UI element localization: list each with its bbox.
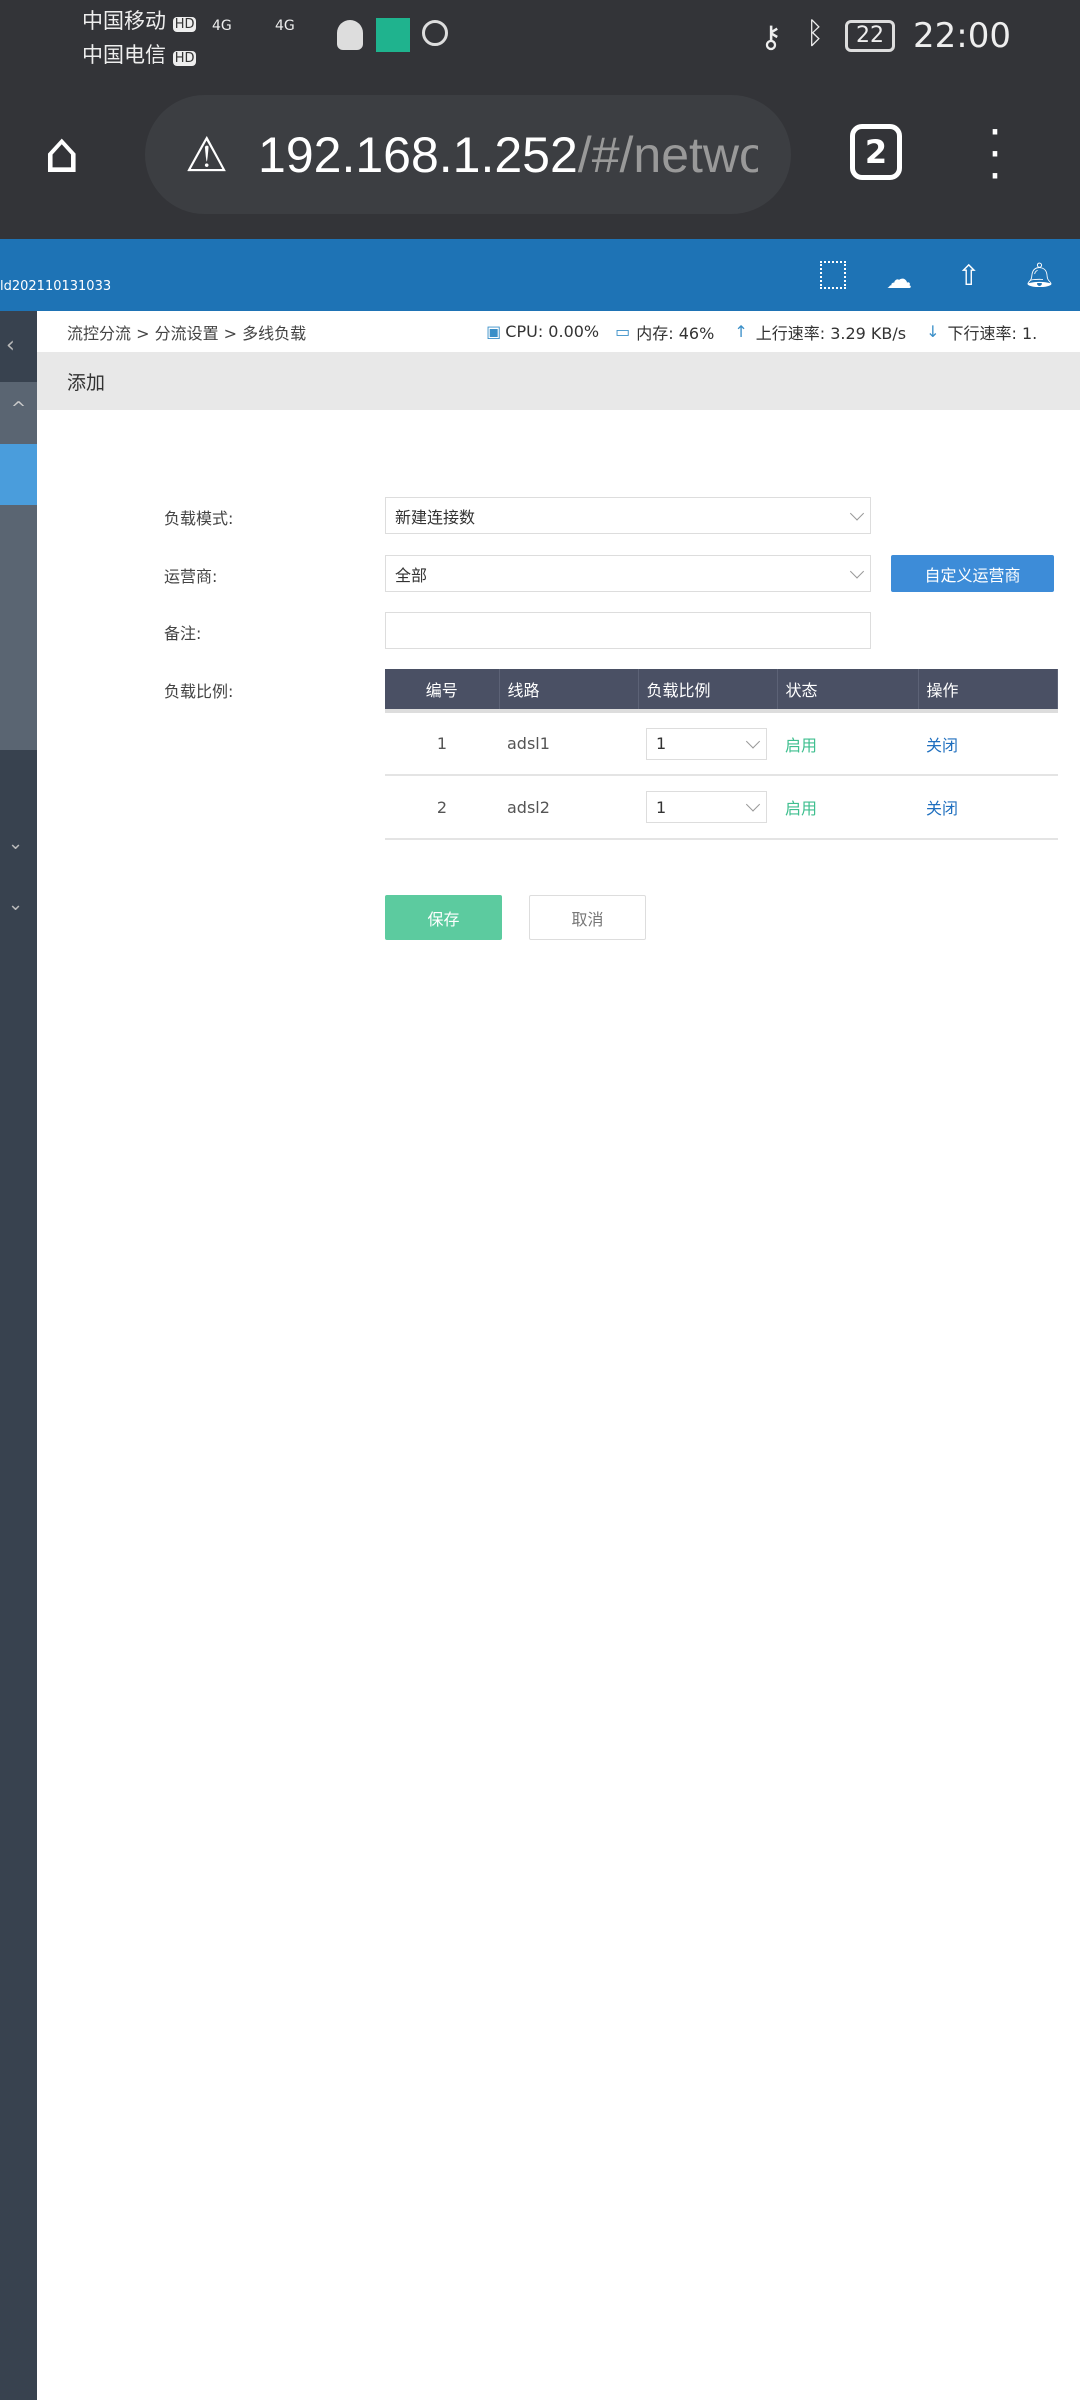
upload-stat: 上行速率: 3.29 KB/s <box>755 323 907 343</box>
breadcrumb-row: 流控分流 > 分流设置 > 多线负载 ▣ CPU: 0.00% ▭ 内存: 46… <box>37 311 1080 352</box>
ratio-table: 编号 线路 负载比例 状态 操作 1 adsl1 1 启用 关闭 2 adsl2… <box>385 669 1058 840</box>
cancel-button[interactable]: 取消 <box>529 895 646 940</box>
col-status: 状态 <box>777 669 919 713</box>
row-id: 2 <box>385 775 499 840</box>
device-id: ld202110131033 <box>0 279 112 294</box>
disable-link[interactable]: 关闭 <box>918 775 1058 840</box>
status-bar: 中国移动 HD 中国电信 HD 4G 4G ⚷ ᛒ 22 22:00 <box>0 0 1080 84</box>
sidebar-group-expanded[interactable]: ^ <box>0 382 37 750</box>
sidebar: ‹ ^ ⌄ ⌄ <box>0 311 37 2400</box>
download-arrow-icon: ↓ <box>926 322 940 341</box>
page-title: 添加 <box>67 371 106 394</box>
breadcrumb: 流控分流 > 分流设置 > 多线负载 <box>67 323 307 343</box>
qq-icon <box>337 20 363 50</box>
chevron-down-icon[interactable]: ⌄ <box>8 894 23 915</box>
carrier-2: 中国电信 <box>82 43 166 67</box>
tabs-button[interactable]: 2 <box>850 124 902 180</box>
col-line: 线路 <box>499 669 639 713</box>
chevron-down-icon <box>745 733 761 749</box>
sidebar-item-active[interactable] <box>0 444 37 505</box>
url-host: 192.168.1.252 <box>258 126 578 183</box>
memory-stat: 内存: 46% <box>636 323 715 343</box>
table-row: 1 adsl1 1 启用 关闭 <box>385 711 1058 776</box>
carrier-1: 中国移动 <box>82 9 166 33</box>
cpu-stat: CPU: 0.00% <box>505 322 600 341</box>
chevron-down-icon <box>849 505 865 521</box>
row-line: adsl1 <box>499 711 638 776</box>
ratio-label: 负载比例: <box>164 682 234 701</box>
isp-label: 运营商: <box>164 567 218 586</box>
ratio-select[interactable]: 1 <box>646 727 767 760</box>
download-stat: 下行速率: 1. <box>947 323 1038 343</box>
custom-isp-button[interactable]: 自定义运营商 <box>891 555 1054 592</box>
chevron-down-icon <box>849 563 865 579</box>
remark-input[interactable] <box>385 612 871 649</box>
ratio-value: 1 <box>656 797 667 817</box>
mode-value: 新建连接数 <box>395 507 476 527</box>
remark-label: 备注: <box>164 624 202 643</box>
bell-icon[interactable]: 🔔︎ <box>1024 261 1054 289</box>
hd-badge: HD <box>172 51 197 66</box>
battery-icon: 22 <box>845 20 895 52</box>
isp-value: 全部 <box>395 565 428 585</box>
col-action: 操作 <box>918 669 1058 713</box>
chevron-down-icon[interactable]: ⌄ <box>8 833 23 854</box>
upload-icon[interactable]: ⇧ <box>957 259 980 292</box>
key-icon: ⚷ <box>760 20 782 55</box>
mi-home-icon <box>376 18 410 52</box>
page-title-bar: 添加 <box>37 352 1080 410</box>
table-header: 编号 线路 负载比例 状态 操作 <box>385 669 1058 713</box>
mode-label: 负载模式: <box>164 509 234 528</box>
row-id: 1 <box>385 711 499 776</box>
row-line: adsl2 <box>499 775 638 840</box>
home-icon[interactable]: ⌂ <box>44 126 100 182</box>
mode-select[interactable]: 新建连接数 <box>385 497 871 534</box>
cpu-icon: ▣ <box>486 322 502 341</box>
menu-icon[interactable]: · · · <box>985 111 1005 199</box>
signal-icon: 4G <box>275 18 295 34</box>
save-button[interactable]: 保存 <box>385 895 502 940</box>
row-status: 启用 <box>777 775 918 840</box>
upload-arrow-icon: ↑ <box>734 322 748 341</box>
chevron-up-icon: ^ <box>10 398 27 419</box>
table-row: 2 adsl2 1 启用 关闭 <box>385 775 1058 840</box>
bluetooth-icon: ᛒ <box>806 16 824 51</box>
warning-icon: ⚠ <box>185 126 229 183</box>
ratio-select[interactable]: 1 <box>646 791 767 823</box>
chevron-down-icon <box>745 797 761 812</box>
cloud-icon[interactable]: ☁ <box>886 265 912 295</box>
col-ratio: 负载比例 <box>638 669 778 713</box>
col-id: 编号 <box>385 669 500 713</box>
ratio-value: 1 <box>656 734 667 753</box>
signal-icon: 4G <box>212 18 232 34</box>
target-icon <box>422 20 448 46</box>
url-path: /#/netwo <box>577 126 759 183</box>
app-header: ld202110131033 ☁ ⇧ 🔔︎ <box>0 239 1080 311</box>
browser-toolbar: ⌂ ⚠ 192.168.1.252/#/netwo 2 · · · <box>0 84 1080 239</box>
memory-icon: ▭ <box>615 322 631 341</box>
clock: 22:00 <box>913 16 1011 56</box>
collapse-sidebar-icon[interactable]: ‹ <box>6 333 15 358</box>
isp-select[interactable]: 全部 <box>385 555 871 592</box>
address-bar[interactable]: ⚠ 192.168.1.252/#/netwo <box>145 95 791 214</box>
apps-grid-icon[interactable] <box>820 261 846 289</box>
hd-badge: HD <box>172 17 197 32</box>
row-status: 启用 <box>777 711 918 776</box>
disable-link[interactable]: 关闭 <box>918 711 1058 776</box>
